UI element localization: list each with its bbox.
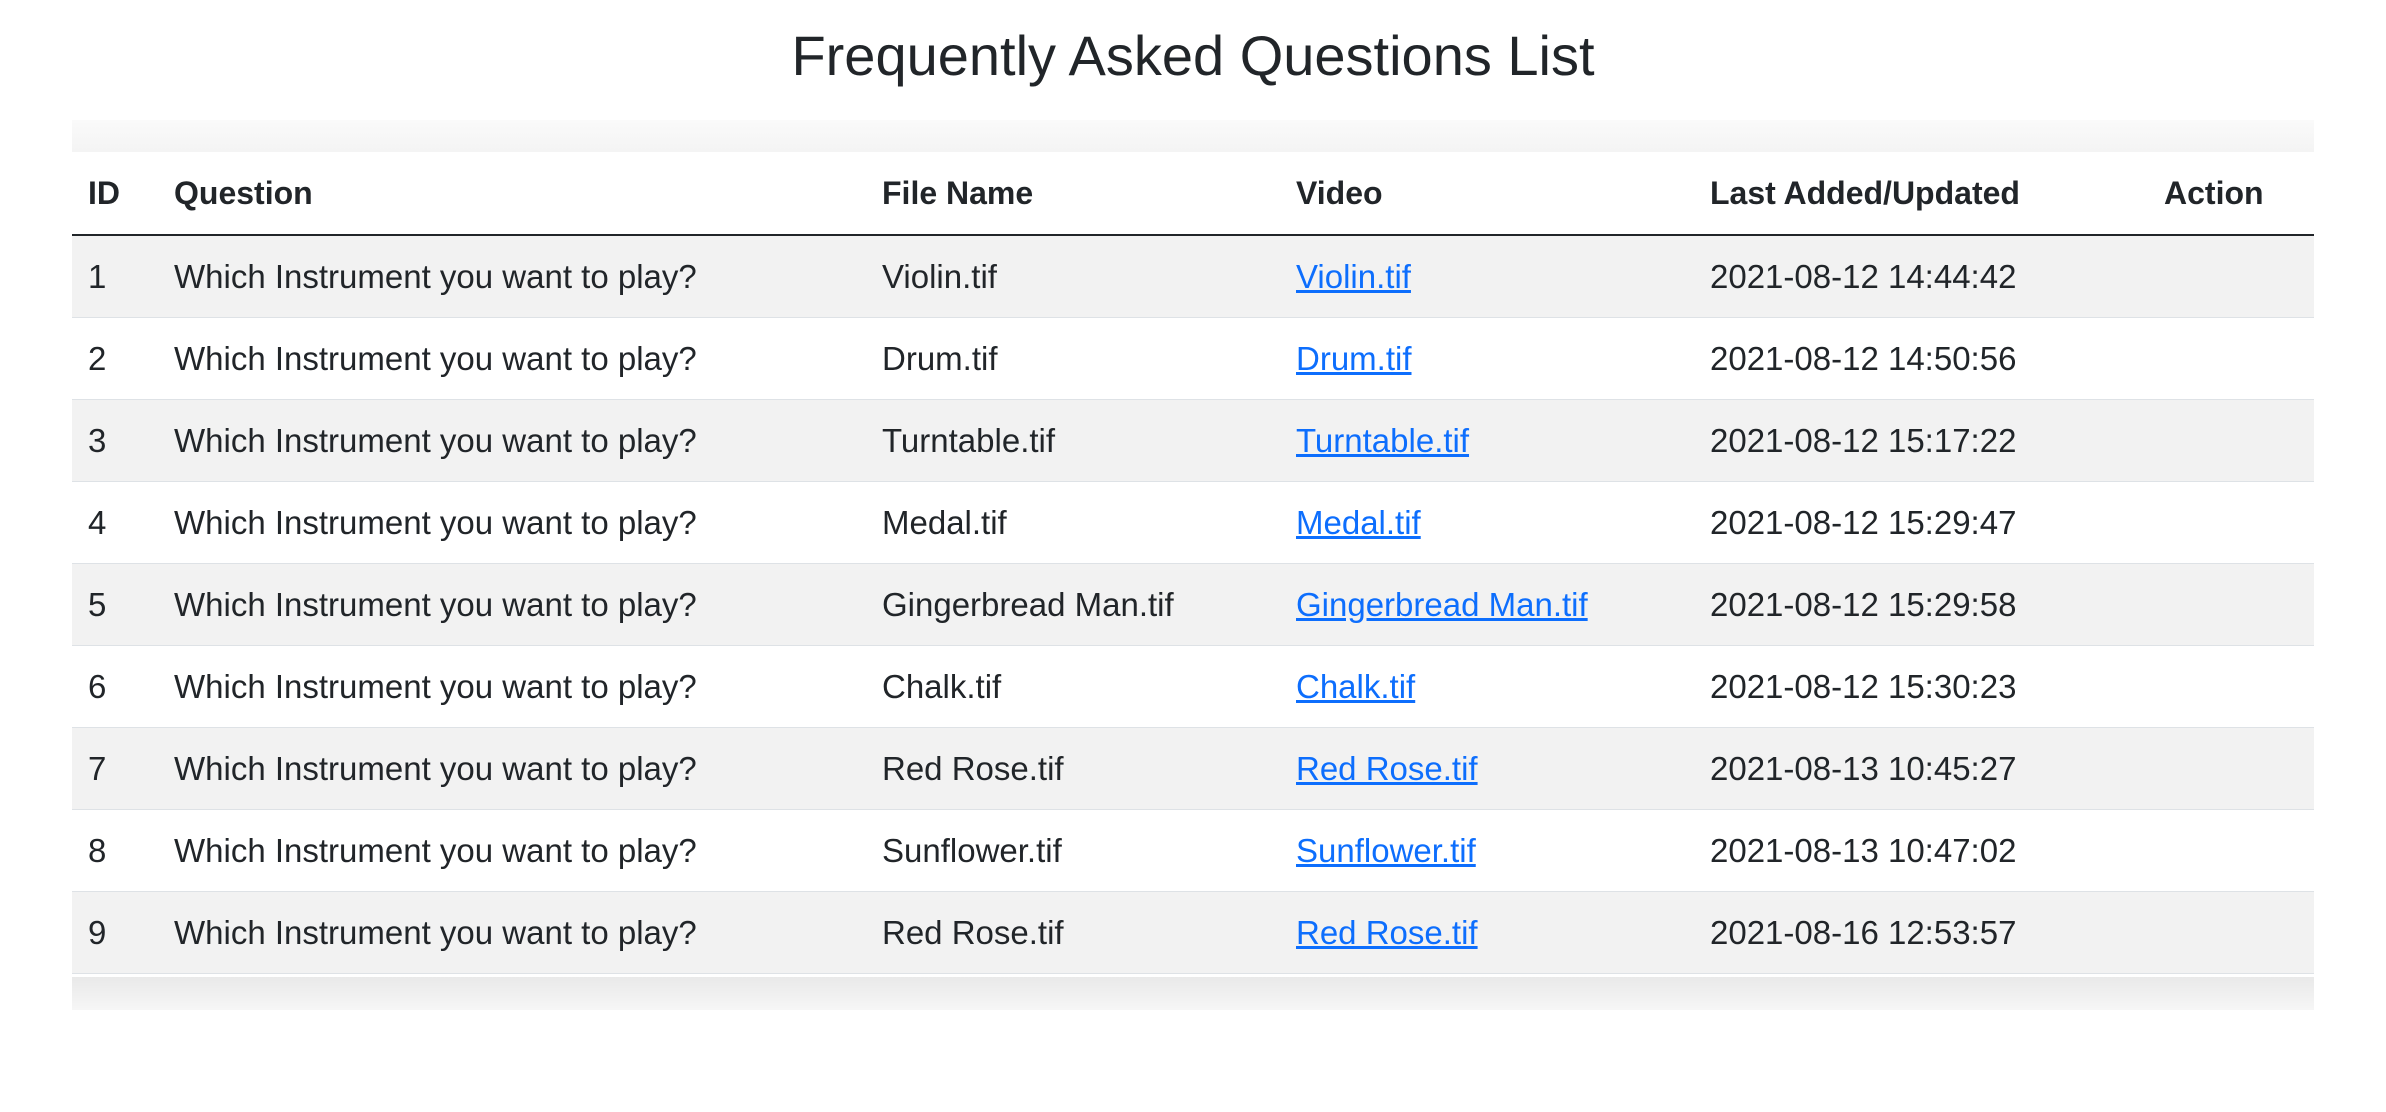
cell-question: Which Instrument you want to play?	[158, 891, 866, 974]
cell-file-name: Red Rose.tif	[866, 727, 1280, 810]
video-link[interactable]: Drum.tif	[1296, 340, 1412, 377]
cell-video: Sunflower.tif	[1280, 809, 1694, 892]
video-link[interactable]: Sunflower.tif	[1296, 832, 1476, 869]
cell-last-updated: 2021-08-12 15:30:23	[1694, 645, 2148, 728]
cell-last-updated: 2021-08-12 15:29:58	[1694, 563, 2148, 646]
cell-question: Which Instrument you want to play?	[158, 563, 866, 646]
cell-action	[2148, 317, 2314, 400]
video-link[interactable]: Chalk.tif	[1296, 668, 1415, 705]
cell-question: Which Instrument you want to play?	[158, 645, 866, 728]
faq-table-container: ID Question File Name Video Last Added/U…	[72, 120, 2314, 1010]
cell-video: Red Rose.tif	[1280, 891, 1694, 974]
header-last-updated[interactable]: Last Added/Updated	[1694, 152, 2148, 236]
header-row: ID Question File Name Video Last Added/U…	[72, 152, 2314, 236]
video-link[interactable]: Violin.tif	[1296, 258, 1411, 295]
cell-id: 9	[72, 891, 158, 974]
cell-id: 6	[72, 645, 158, 728]
video-link[interactable]: Turntable.tif	[1296, 422, 1469, 459]
cell-action	[2148, 809, 2314, 892]
video-link[interactable]: Red Rose.tif	[1296, 750, 1478, 787]
cell-question: Which Instrument you want to play?	[158, 481, 866, 564]
header-question[interactable]: Question	[158, 152, 866, 236]
cell-last-updated: 2021-08-16 12:53:57	[1694, 891, 2148, 974]
cell-id: 8	[72, 809, 158, 892]
video-link[interactable]: Red Rose.tif	[1296, 914, 1478, 951]
cell-file-name: Sunflower.tif	[866, 809, 1280, 892]
cell-last-updated: 2021-08-13 10:45:27	[1694, 727, 2148, 810]
cell-action	[2148, 727, 2314, 810]
cell-video: Medal.tif	[1280, 481, 1694, 564]
cell-last-updated: 2021-08-13 10:47:02	[1694, 809, 2148, 892]
table-bottom-shadow	[72, 977, 2314, 1010]
table-header: ID Question File Name Video Last Added/U…	[72, 152, 2314, 236]
table-row: 8 Which Instrument you want to play? Sunfl…	[72, 809, 2314, 892]
cell-file-name: Red Rose.tif	[866, 891, 1280, 974]
page: Frequently Asked Questions List ID Quest…	[0, 0, 2386, 1112]
cell-action	[2148, 563, 2314, 646]
cell-file-name: Gingerbread Man.tif	[866, 563, 1280, 646]
cell-video: Violin.tif	[1280, 235, 1694, 318]
cell-last-updated: 2021-08-12 15:29:47	[1694, 481, 2148, 564]
video-link[interactable]: Medal.tif	[1296, 504, 1421, 541]
cell-action	[2148, 481, 2314, 564]
table-top-shadow	[72, 120, 2314, 152]
table-row: 2 Which Instrument you want to play? Drum.…	[72, 317, 2314, 400]
cell-last-updated: 2021-08-12 15:17:22	[1694, 399, 2148, 482]
cell-last-updated: 2021-08-12 14:50:56	[1694, 317, 2148, 400]
header-file-name[interactable]: File Name	[866, 152, 1280, 236]
cell-video: Drum.tif	[1280, 317, 1694, 400]
cell-question: Which Instrument you want to play?	[158, 235, 866, 318]
cell-id: 4	[72, 481, 158, 564]
faq-table: ID Question File Name Video Last Added/U…	[72, 152, 2314, 974]
cell-video: Turntable.tif	[1280, 399, 1694, 482]
cell-action	[2148, 891, 2314, 974]
table-row: 4 Which Instrument you want to play? Medal…	[72, 481, 2314, 564]
cell-file-name: Drum.tif	[866, 317, 1280, 400]
cell-id: 5	[72, 563, 158, 646]
cell-action	[2148, 645, 2314, 728]
cell-id: 7	[72, 727, 158, 810]
cell-video: Gingerbread Man.tif	[1280, 563, 1694, 646]
cell-id: 2	[72, 317, 158, 400]
video-link[interactable]: Gingerbread Man.tif	[1296, 586, 1588, 623]
table-row: 6 Which Instrument you want to play? Chalk…	[72, 645, 2314, 728]
cell-action	[2148, 235, 2314, 318]
cell-file-name: Chalk.tif	[866, 645, 1280, 728]
cell-action	[2148, 399, 2314, 482]
cell-id: 3	[72, 399, 158, 482]
table-row: 5 Which Instrument you want to play? Ginge…	[72, 563, 2314, 646]
table-body: 1 Which Instrument you want to play? Violi…	[72, 235, 2314, 974]
cell-id: 1	[72, 235, 158, 318]
cell-question: Which Instrument you want to play?	[158, 727, 866, 810]
cell-file-name: Violin.tif	[866, 235, 1280, 318]
table-row: 9 Which Instrument you want to play? Red R…	[72, 891, 2314, 974]
cell-question: Which Instrument you want to play?	[158, 399, 866, 482]
cell-question: Which Instrument you want to play?	[158, 317, 866, 400]
cell-file-name: Turntable.tif	[866, 399, 1280, 482]
table-row: 3 Which Instrument you want to play? Turnt…	[72, 399, 2314, 482]
page-title: Frequently Asked Questions List	[791, 24, 1595, 87]
header-id[interactable]: ID	[72, 152, 158, 236]
table-row: 1 Which Instrument you want to play? Violi…	[72, 235, 2314, 318]
cell-video: Red Rose.tif	[1280, 727, 1694, 810]
cell-file-name: Medal.tif	[866, 481, 1280, 564]
cell-video: Chalk.tif	[1280, 645, 1694, 728]
header-action: Action	[2148, 152, 2314, 236]
cell-question: Which Instrument you want to play?	[158, 809, 866, 892]
cell-last-updated: 2021-08-12 14:44:42	[1694, 235, 2148, 318]
header-video[interactable]: Video	[1280, 152, 1694, 236]
table-row: 7 Which Instrument you want to play? Red R…	[72, 727, 2314, 810]
